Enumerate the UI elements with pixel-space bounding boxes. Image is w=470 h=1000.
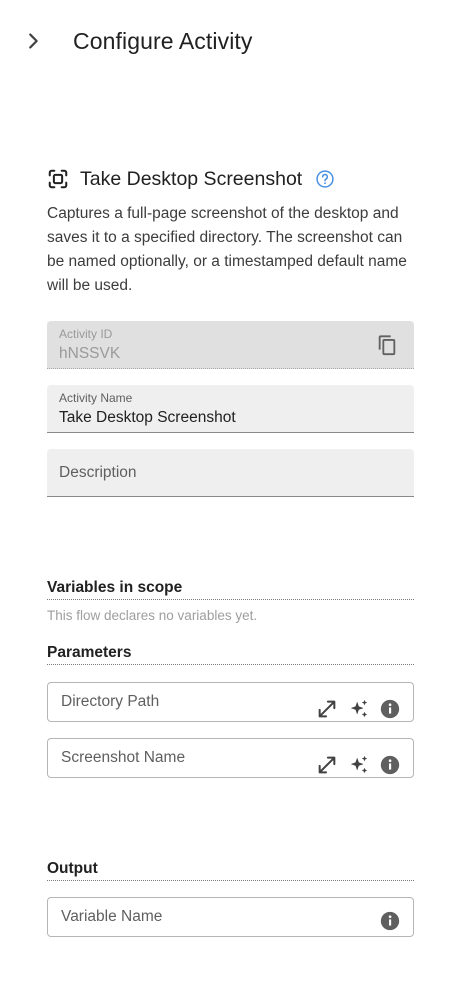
activity-name-label: Activity Name xyxy=(59,391,133,405)
variables-empty-text: This flow declares no variables yet. xyxy=(47,608,258,623)
description-placeholder: Description xyxy=(59,464,137,481)
expand-icon[interactable] xyxy=(316,698,338,720)
info-icon[interactable] xyxy=(380,755,400,775)
help-circle-icon[interactable] xyxy=(315,169,335,189)
directory-path-actions xyxy=(316,698,400,720)
info-icon[interactable] xyxy=(380,911,400,931)
directory-path-input[interactable]: Directory Path xyxy=(47,682,414,722)
variables-section-title: Variables in scope xyxy=(47,579,414,600)
info-icon[interactable] xyxy=(380,699,400,719)
screenshot-name-actions xyxy=(316,754,400,776)
activity-description: Captures a full-page screenshot of the d… xyxy=(47,205,407,294)
variable-name-placeholder: Variable Name xyxy=(61,908,163,925)
activity-header: Take Desktop Screenshot xyxy=(47,166,335,192)
expand-icon[interactable] xyxy=(316,754,338,776)
variable-name-input[interactable]: Variable Name xyxy=(47,897,414,937)
parameters-section-title: Parameters xyxy=(47,644,414,665)
activity-name-field[interactable]: Activity Name Take Desktop Screenshot xyxy=(47,385,414,433)
sparkle-icon[interactable] xyxy=(348,754,370,776)
page-title: Configure Activity xyxy=(73,28,253,54)
activity-id-label: Activity ID xyxy=(59,327,113,341)
chevron-right-icon[interactable] xyxy=(22,30,44,52)
variable-name-actions xyxy=(380,910,400,932)
activity-title: Take Desktop Screenshot xyxy=(80,167,303,190)
screenshot-name-placeholder: Screenshot Name xyxy=(61,749,186,766)
activity-name-value[interactable]: Take Desktop Screenshot xyxy=(59,409,236,427)
header: Configure Activity xyxy=(0,0,470,84)
sparkle-icon[interactable] xyxy=(348,698,370,720)
activity-id-field: Activity ID hNSSVK xyxy=(47,321,414,369)
description-field[interactable]: Description xyxy=(47,449,414,497)
screenshot-frame-icon xyxy=(48,169,68,189)
copy-icon[interactable] xyxy=(376,334,398,356)
activity-id-value: hNSSVK xyxy=(59,345,121,362)
directory-path-placeholder: Directory Path xyxy=(61,693,160,710)
screenshot-name-input[interactable]: Screenshot Name xyxy=(47,738,414,778)
output-section-title: Output xyxy=(47,860,414,881)
